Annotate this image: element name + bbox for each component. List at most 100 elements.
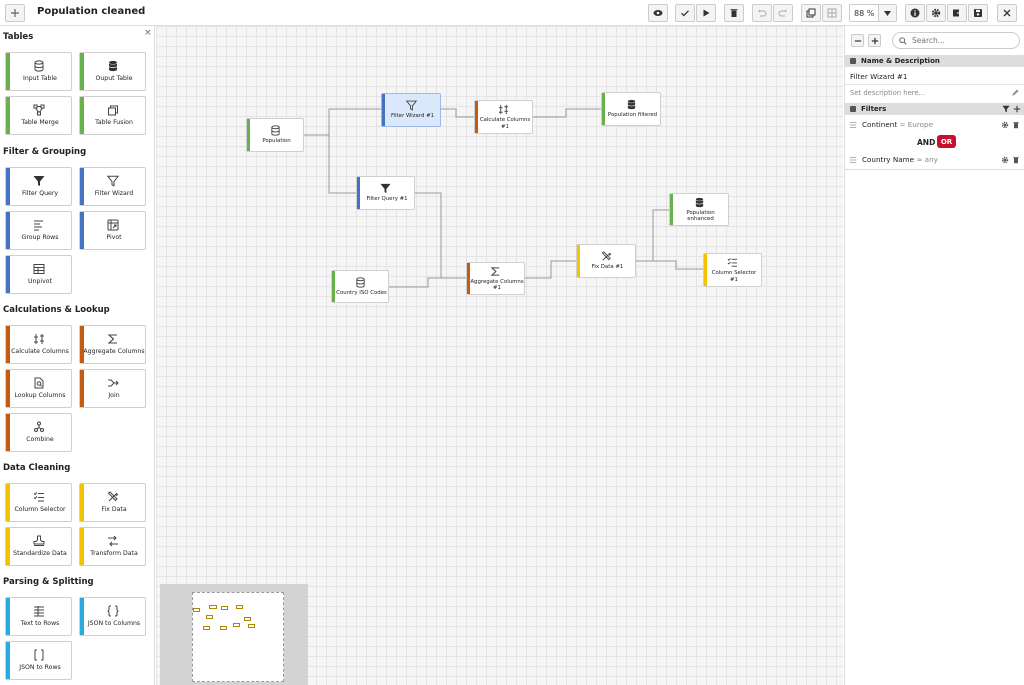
tool-label: JSON to Columns [87,620,141,628]
app-window: Population cleaned 88 % × Tables Input T… [0,0,1024,685]
tools-icon [601,251,611,261]
zoom-select[interactable]: 88 % [849,4,897,22]
category-color-bar [80,598,84,635]
check-icon[interactable] [675,4,695,22]
tool-pivot[interactable]: Pivot [79,211,146,250]
calc-icon [498,104,509,115]
collapse-button[interactable] [851,34,864,47]
tool-table-fusion[interactable]: Table Fusion [79,96,146,135]
filter-icon[interactable] [1002,105,1010,113]
category-color-bar [6,326,10,363]
tool-filter-query[interactable]: Filter Query [5,167,72,206]
tool-filter-wizard[interactable]: Filter Wizard [79,167,146,206]
minimap[interactable] [160,584,308,685]
chevron-down-icon[interactable] [878,5,896,21]
category-color-bar [6,256,10,293]
redo-icon[interactable] [773,4,793,22]
section-title: Name & Description [861,57,940,65]
tool-transform-data[interactable]: Transform Data [79,527,146,566]
flow-node-pop-filtered[interactable]: Population filtered [601,92,661,126]
name-description-header[interactable]: Name & Description [845,55,1024,67]
tool-standardize-data[interactable]: Standardize Data [5,527,72,566]
category-color-bar [80,326,84,363]
tool-json-to-columns[interactable]: JSON to Columns [79,597,146,636]
sigma-icon [107,334,117,344]
pencil-icon[interactable] [1011,89,1019,97]
tool-input-table[interactable]: Input Table [5,52,72,91]
minimap-node [232,623,240,628]
node-color-bar [382,94,385,126]
flow-node-population[interactable]: Population [246,118,304,152]
node-label: Country ISO Codes [336,289,387,296]
flow-node-filter-wizard[interactable]: Filter Wizard #1 [381,93,441,127]
tool-join[interactable]: Join [79,369,146,408]
section-title: Filter & Grouping [3,147,87,157]
tool-label: Ouput Table [95,75,133,83]
description-field[interactable]: Set description here... [850,89,925,97]
export-icon[interactable] [947,4,967,22]
filter-row[interactable]: Country Name ≈ any [845,153,1024,167]
undo-icon[interactable] [752,4,772,22]
tool-lookup-columns[interactable]: Lookup Columns [5,369,72,408]
drag-handle-icon[interactable] [849,121,857,129]
flow-node-aggregate[interactable]: Aggregate Columns #1 [466,262,525,295]
tool-unpivot[interactable]: Unpivot [5,255,72,294]
add-filter-icon[interactable] [1013,105,1021,113]
play-icon[interactable] [696,4,716,22]
expand-button[interactable] [868,34,881,47]
flow-node-filter-query[interactable]: Filter Query #1 [356,176,415,210]
tool-label: Filter Query [21,190,59,198]
database-icon [627,100,635,110]
or-toggle[interactable]: OR [937,135,956,148]
category-color-bar [6,598,10,635]
search-input[interactable] [912,36,1012,45]
tool-aggregate-columns[interactable]: Aggregate Columns [79,325,146,364]
category-color-bar [6,212,10,249]
tool-column-selector[interactable]: Column Selector [5,483,72,522]
database-outline-icon [270,125,280,136]
tool-text-to-rows[interactable]: Text to Rows [5,597,72,636]
minimap-node [220,606,228,611]
close-icon[interactable] [997,4,1017,22]
search-box[interactable] [892,32,1020,49]
trash-icon[interactable] [1012,121,1020,129]
gear-icon[interactable] [1001,156,1009,164]
flow-node-calc-columns[interactable]: Calculate Columns #1 [474,100,533,134]
gear-icon[interactable] [1001,121,1009,129]
trash-icon[interactable] [724,4,744,22]
node-color-bar [247,119,250,151]
tool-group-rows[interactable]: Group Rows [5,211,72,250]
panel-close-button[interactable]: × [144,28,152,38]
trash-icon[interactable] [1012,156,1020,164]
flow-node-pop-enhanced[interactable]: Population enhanced [669,193,729,226]
add-icon[interactable] [5,4,25,22]
table-icon [33,264,44,275]
grid-icon[interactable] [822,4,842,22]
flow-node-col-selector[interactable]: Column Selector #1 [703,253,762,287]
filters-header[interactable]: Filters [845,103,1024,115]
info-icon[interactable] [905,4,925,22]
flow-node-fix-data[interactable]: Fix Data #1 [576,244,636,278]
gear-icon[interactable] [926,4,946,22]
filter-outline-icon [405,100,417,111]
tool-table-merge[interactable]: Table Merge [5,96,72,135]
filter-row[interactable]: Continent = Europe [845,118,1024,132]
minimap-node [209,605,217,610]
eye-icon[interactable] [648,4,668,22]
save-icon[interactable] [968,4,988,22]
merge-icon [33,104,44,116]
tool-json-to-rows[interactable]: JSON to Rows [5,641,72,680]
flow-canvas[interactable]: Population Filter Wizard #1 Calculate Colu… [156,26,843,685]
tool-combine[interactable]: Combine [5,413,72,452]
drag-handle-icon[interactable] [849,156,857,164]
tool-ouput-table[interactable]: Ouput Table [79,52,146,91]
copy-icon[interactable] [801,4,821,22]
section-title: Data Cleaning [3,463,71,473]
and-toggle[interactable]: AND [917,138,935,147]
tool-calculate-columns[interactable]: Calculate Columns [5,325,72,364]
flow-node-country-iso[interactable]: Country ISO Codes [331,270,389,303]
tool-fix-data[interactable]: Fix Data [79,483,146,522]
category-color-bar [6,642,10,679]
node-name-field[interactable]: Filter Wizard #1 [850,72,907,81]
flow-edge [441,108,474,118]
